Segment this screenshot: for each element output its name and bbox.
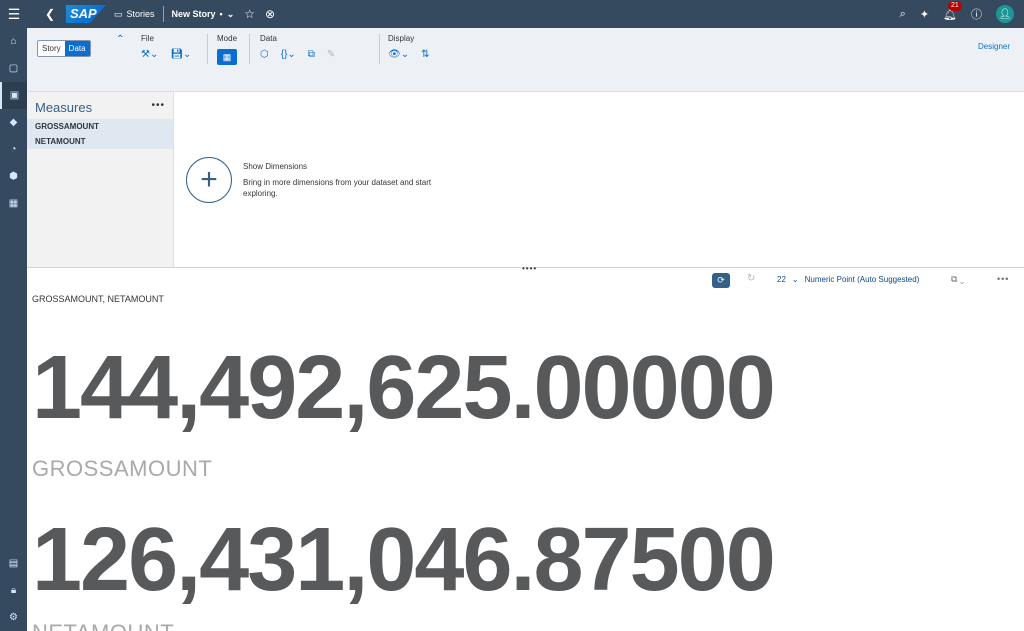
collapse-toolbar-icon[interactable]: ⌃ xyxy=(116,34,124,45)
unsaved-indicator: • xyxy=(219,9,223,19)
file-group: File ⚒⌄ 💾︎⌄ xyxy=(141,34,191,60)
eye-icon[interactable]: 👁︎⌄ xyxy=(388,49,409,60)
home-icon[interactable]: ⌂ xyxy=(0,28,27,55)
shell-separator xyxy=(162,6,164,22)
stories-icon: ▭ xyxy=(114,8,123,19)
sort-icon[interactable]: ⇅ xyxy=(421,49,429,60)
shell-actions: ⌕ ✦ 🔔︎ 21 ⓘ 👤︎ xyxy=(900,0,1024,28)
hamburger-menu-icon[interactable]: ☰ xyxy=(0,0,28,28)
data-group: Data ⬡ {}⌄ ⧉ ✎ xyxy=(260,34,335,60)
measure-item[interactable]: GROSSAMOUNT xyxy=(27,119,173,134)
show-dimensions-title[interactable]: Show Dimensions xyxy=(243,162,307,171)
numeric-point-label: NETAMOUNT xyxy=(32,622,174,631)
story-title: New Story xyxy=(171,9,216,19)
book-icon[interactable]: ▤ xyxy=(0,550,27,577)
file-label: File xyxy=(141,34,154,43)
more-options-icon[interactable]: ••• xyxy=(151,100,165,111)
auto-refresh-icon[interactable]: ⟳ xyxy=(712,273,730,288)
story-toolbar: Story Data ⌃ File ⚒⌄ 💾︎⌄ Mode ▦ Data ⬡ {… xyxy=(27,28,1024,92)
designer-button[interactable]: Designer xyxy=(978,42,1010,51)
measures-title: Measures xyxy=(35,100,93,115)
toolbar-divider xyxy=(207,34,208,64)
chart-type-label: Numeric Point (Auto Suggested) xyxy=(804,275,920,284)
dimension-area: + Show Dimensions Bring in more dimensio… xyxy=(174,92,1024,267)
notifications-bell-icon[interactable]: 🔔︎ 21 xyxy=(943,0,962,21)
shell-bar: ☰ ❮ SAP ▭ Stories New Story • ⌄ ☆ ⊗ ⌕ ✦ … xyxy=(0,0,1024,28)
chart-more-icon[interactable]: ••• xyxy=(997,274,1009,284)
story-data-toggle: Story Data xyxy=(37,40,91,57)
settings-icon[interactable]: ⚙ xyxy=(0,604,27,631)
numeric-point-value: 144,492,625.00000 xyxy=(32,338,776,438)
save-icon[interactable]: 💾︎⌄ xyxy=(170,49,191,60)
show-dimensions-description: Bring in more dimensions from your datas… xyxy=(243,178,432,198)
security-icon[interactable]: 🔒︎ xyxy=(0,577,27,604)
chart-title: GROSSAMOUNT, NETAMOUNT xyxy=(32,294,164,304)
sap-analytics-app: ☰ ❮ SAP ▭ Stories New Story • ⌄ ☆ ⊗ ⌕ ✦ … xyxy=(0,0,1024,631)
display-group: Display 👁︎⌄ ⇅ xyxy=(388,34,429,60)
data-tab[interactable]: Data xyxy=(64,41,90,56)
numeric-point-icon: 22 xyxy=(777,275,786,284)
add-dimension-icon[interactable]: + xyxy=(186,157,232,203)
copy-icon[interactable]: ⧉ ⌄ xyxy=(951,274,964,285)
stories-nav-icon[interactable]: ▣ xyxy=(0,82,27,109)
user-avatar[interactable]: 👤︎ xyxy=(996,5,1014,23)
analytic-app-icon[interactable]: ◆ xyxy=(0,109,27,136)
mode-group: Mode ▦ xyxy=(217,34,237,65)
toolbar-divider xyxy=(249,34,250,64)
nav-bottom-group: ▤ 🔒︎ ⚙ xyxy=(0,550,27,631)
numeric-point-label: GROSSAMOUNT xyxy=(32,456,213,481)
lightbulb-icon[interactable]: ✦ xyxy=(920,8,929,21)
help-icon[interactable]: ⓘ xyxy=(971,6,982,22)
measures-panel: Measures ••• GROSSAMOUNT NETAMOUNT xyxy=(27,92,174,267)
mode-label: Mode xyxy=(217,34,238,43)
data-refresh-icon[interactable]: ✎ xyxy=(327,49,335,60)
notification-badge: 21 xyxy=(948,0,962,11)
search-icon[interactable]: ⌕ xyxy=(900,8,906,21)
explore-mode-icon[interactable]: ▦ xyxy=(217,49,237,65)
numeric-point-value: 126,431,046.87500 xyxy=(32,510,776,610)
measure-item[interactable]: NETAMOUNT xyxy=(27,134,173,149)
calendar-icon[interactable]: ▦ xyxy=(0,190,27,217)
chart-type-chevron-icon: ⌄ xyxy=(791,275,799,284)
add-data-icon[interactable]: ⬡ xyxy=(260,49,269,60)
story-tab[interactable]: Story xyxy=(38,41,65,56)
display-label: Display xyxy=(388,34,415,43)
favorite-star-icon[interactable]: ☆ xyxy=(244,7,255,21)
sap-logo: SAP xyxy=(66,5,106,23)
redo-icon[interactable]: ↻ xyxy=(747,273,755,284)
files-icon[interactable]: ▢ xyxy=(0,55,27,82)
stories-link[interactable]: ▭ Stories xyxy=(114,9,155,20)
toolbar-divider xyxy=(379,34,380,64)
stories-label: Stories xyxy=(126,9,155,19)
data-label: Data xyxy=(260,34,277,43)
left-navigation: ⌂ ▢ ▣ ◆ ◔ ⬢ ▦ ▤ 🔒︎ ⚙ xyxy=(0,28,27,631)
chevron-down-icon: ⌄ xyxy=(226,8,235,19)
digital-boardroom-icon[interactable]: ◔ xyxy=(0,136,27,163)
chart-toolbar: ⟳ ↻ 22 ⌄ Numeric Point (Auto Suggested) … xyxy=(27,272,1024,290)
chart-type-selector[interactable]: 22 ⌄ Numeric Point (Auto Suggested) xyxy=(777,275,919,284)
tools-icon[interactable]: ⚒⌄ xyxy=(141,49,158,60)
formula-icon[interactable]: {}⌄ xyxy=(281,49,296,60)
back-icon[interactable]: ❮ xyxy=(40,7,60,21)
story-title-menu[interactable]: New Story • ⌄ xyxy=(172,9,235,20)
close-circle-icon[interactable]: ⊗ xyxy=(265,7,275,21)
modeler-icon[interactable]: ⬢ xyxy=(0,163,27,190)
link-dimensions-icon[interactable]: ⧉ xyxy=(308,49,315,60)
